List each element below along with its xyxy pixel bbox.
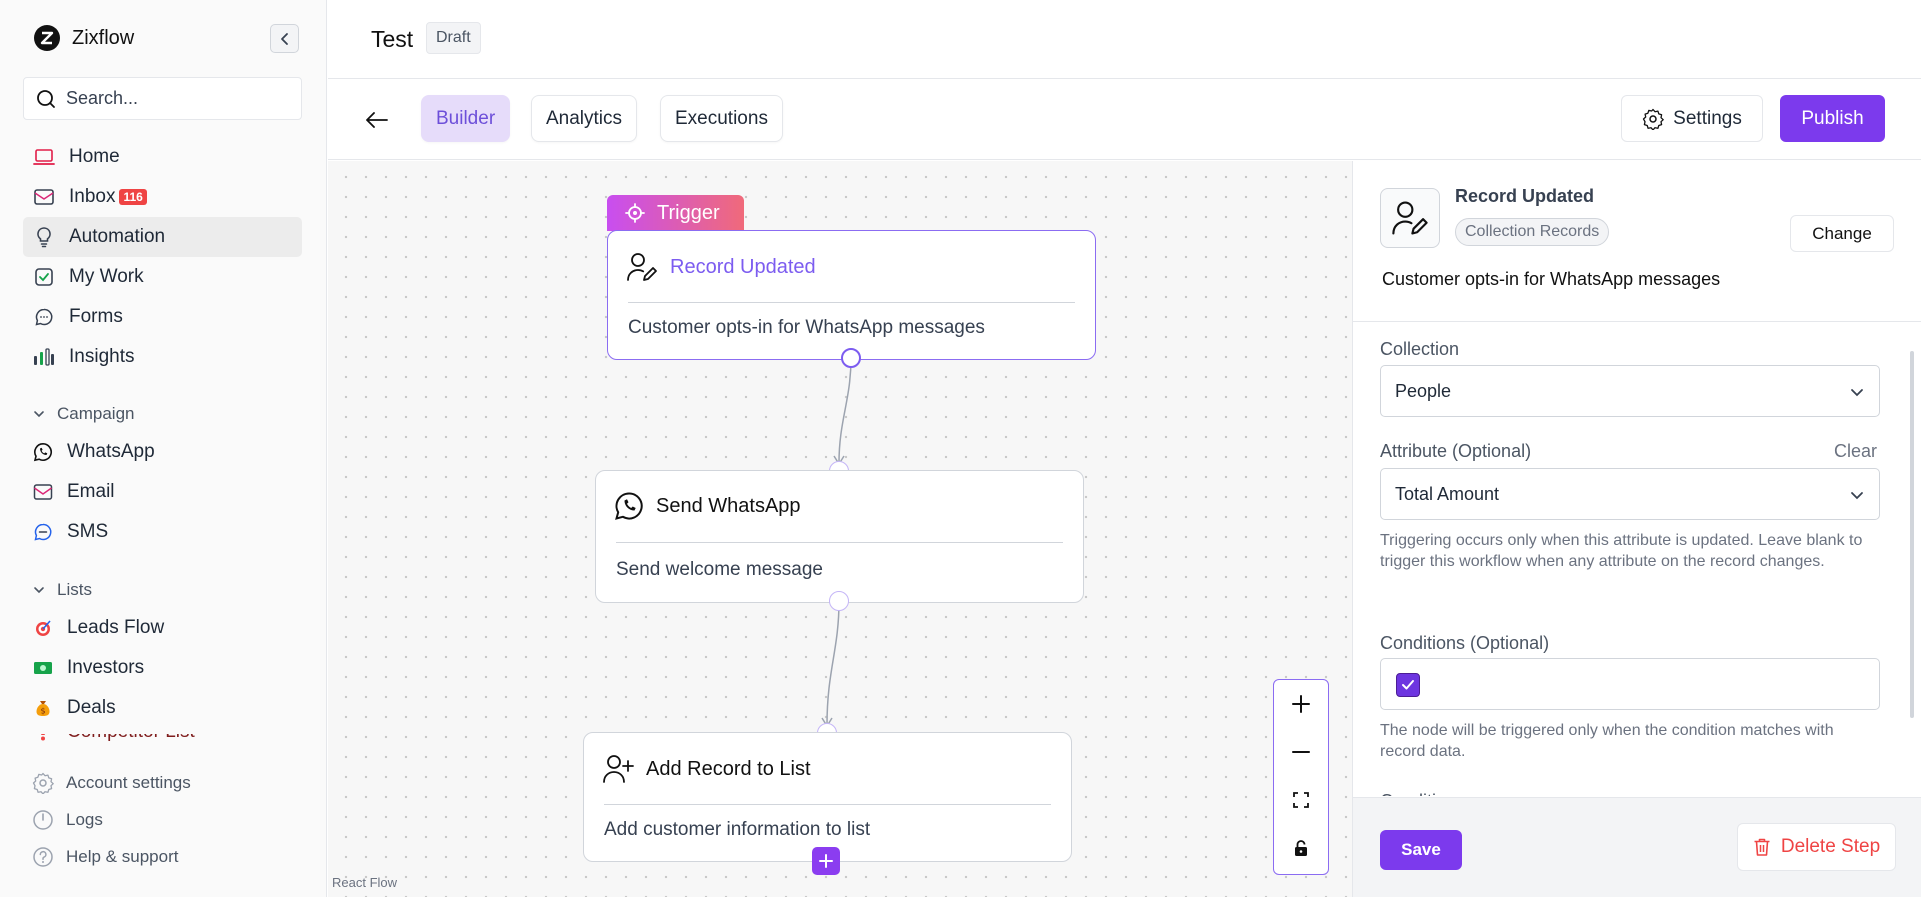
node-config-panel: Record Updated Collection Records Change… bbox=[1352, 161, 1921, 897]
add-node-button[interactable] bbox=[812, 847, 840, 875]
node-header: Add Record to List bbox=[602, 753, 811, 785]
zoom-out-button[interactable] bbox=[1274, 728, 1328, 776]
react-flow-attribution[interactable]: React Flow bbox=[332, 875, 397, 890]
fullscreen-icon bbox=[1293, 792, 1309, 808]
save-button[interactable]: Save bbox=[1380, 830, 1462, 870]
crosshair-icon bbox=[625, 203, 645, 223]
node-description: Send welcome message bbox=[616, 559, 823, 580]
plus-icon bbox=[819, 854, 833, 868]
user-edit-icon bbox=[1392, 201, 1428, 235]
conditions-label: Conditions (Optional) bbox=[1380, 633, 1550, 653]
panel-category-chip: Collection Records bbox=[1455, 218, 1610, 246]
node-divider bbox=[628, 302, 1075, 303]
node-divider bbox=[616, 542, 1063, 543]
node-title: Record Updated bbox=[670, 255, 816, 278]
attribute-select[interactable]: Total Amount bbox=[1380, 468, 1880, 520]
panel-title: Record Updated bbox=[1455, 186, 1595, 206]
lock-icon bbox=[1295, 840, 1307, 856]
collection-select[interactable]: People bbox=[1380, 365, 1880, 417]
attribute-label: Attribute (Optional) bbox=[1380, 441, 1532, 461]
check-icon bbox=[1402, 680, 1414, 690]
node-record-updated[interactable]: Record Updated Customer opts-in for What… bbox=[607, 230, 1096, 360]
user-add-icon bbox=[603, 755, 634, 783]
whatsapp-icon bbox=[615, 492, 643, 520]
collection-label: Collection bbox=[1380, 339, 1460, 359]
fit-view-button[interactable] bbox=[1274, 776, 1328, 824]
trigger-label: Trigger bbox=[657, 201, 720, 224]
conditions-checkbox[interactable] bbox=[1396, 673, 1420, 697]
node-description: Add customer information to list bbox=[604, 819, 871, 840]
change-trigger-button[interactable]: Change bbox=[1790, 215, 1894, 252]
node-header: Send WhatsApp bbox=[614, 491, 801, 521]
conditions-help-text: The node will be triggered only when the… bbox=[1380, 722, 1834, 760]
node-title: Send WhatsApp bbox=[656, 494, 801, 517]
node-description: Customer opts-in for WhatsApp messages bbox=[628, 317, 985, 338]
condition-label-partial: Condition bbox=[1380, 786, 1456, 796]
panel-scrollbar[interactable] bbox=[1910, 351, 1914, 718]
attribute-help-text: Triggering occurs only when this attribu… bbox=[1380, 532, 1863, 570]
attribute-value: Total Amount bbox=[1395, 483, 1500, 504]
trash-icon bbox=[1754, 838, 1770, 856]
conditions-field[interactable] bbox=[1380, 658, 1880, 710]
edge-trigger-to-whatsapp bbox=[838, 357, 852, 464]
panel-description[interactable]: Customer opts-in for WhatsApp messages bbox=[1382, 269, 1720, 290]
node-add-record-to-list[interactable]: Add Record to List Add customer informat… bbox=[583, 732, 1072, 862]
user-edit-icon bbox=[627, 253, 657, 281]
panel-node-icon bbox=[1380, 188, 1440, 248]
panel-divider bbox=[1353, 321, 1921, 322]
node-send-whatsapp[interactable]: Send WhatsApp Send welcome message bbox=[595, 470, 1084, 603]
clear-attribute-button[interactable]: Clear bbox=[1834, 441, 1877, 462]
panel-footer: Save Delete Step bbox=[1353, 797, 1921, 897]
node-title: Add Record to List bbox=[646, 757, 811, 780]
chevron-down-icon bbox=[1851, 492, 1863, 500]
chevron-down-icon bbox=[1851, 389, 1863, 397]
node-divider bbox=[604, 804, 1051, 805]
node-output-handle[interactable] bbox=[841, 348, 861, 368]
trigger-tag: Trigger bbox=[607, 195, 744, 231]
minus-icon bbox=[1292, 751, 1310, 753]
delete-step-label: Delete Step bbox=[1780, 836, 1881, 857]
node-output-handle[interactable] bbox=[829, 591, 849, 611]
zoom-in-button[interactable] bbox=[1274, 680, 1328, 728]
plus-icon bbox=[1292, 695, 1310, 713]
node-header: Record Updated bbox=[626, 251, 816, 283]
delete-step-button[interactable]: Delete Step bbox=[1737, 823, 1896, 871]
edge-whatsapp-to-list bbox=[826, 600, 840, 726]
lock-button[interactable] bbox=[1274, 824, 1328, 872]
collection-value: People bbox=[1395, 380, 1452, 401]
zoom-controls bbox=[1273, 679, 1329, 875]
